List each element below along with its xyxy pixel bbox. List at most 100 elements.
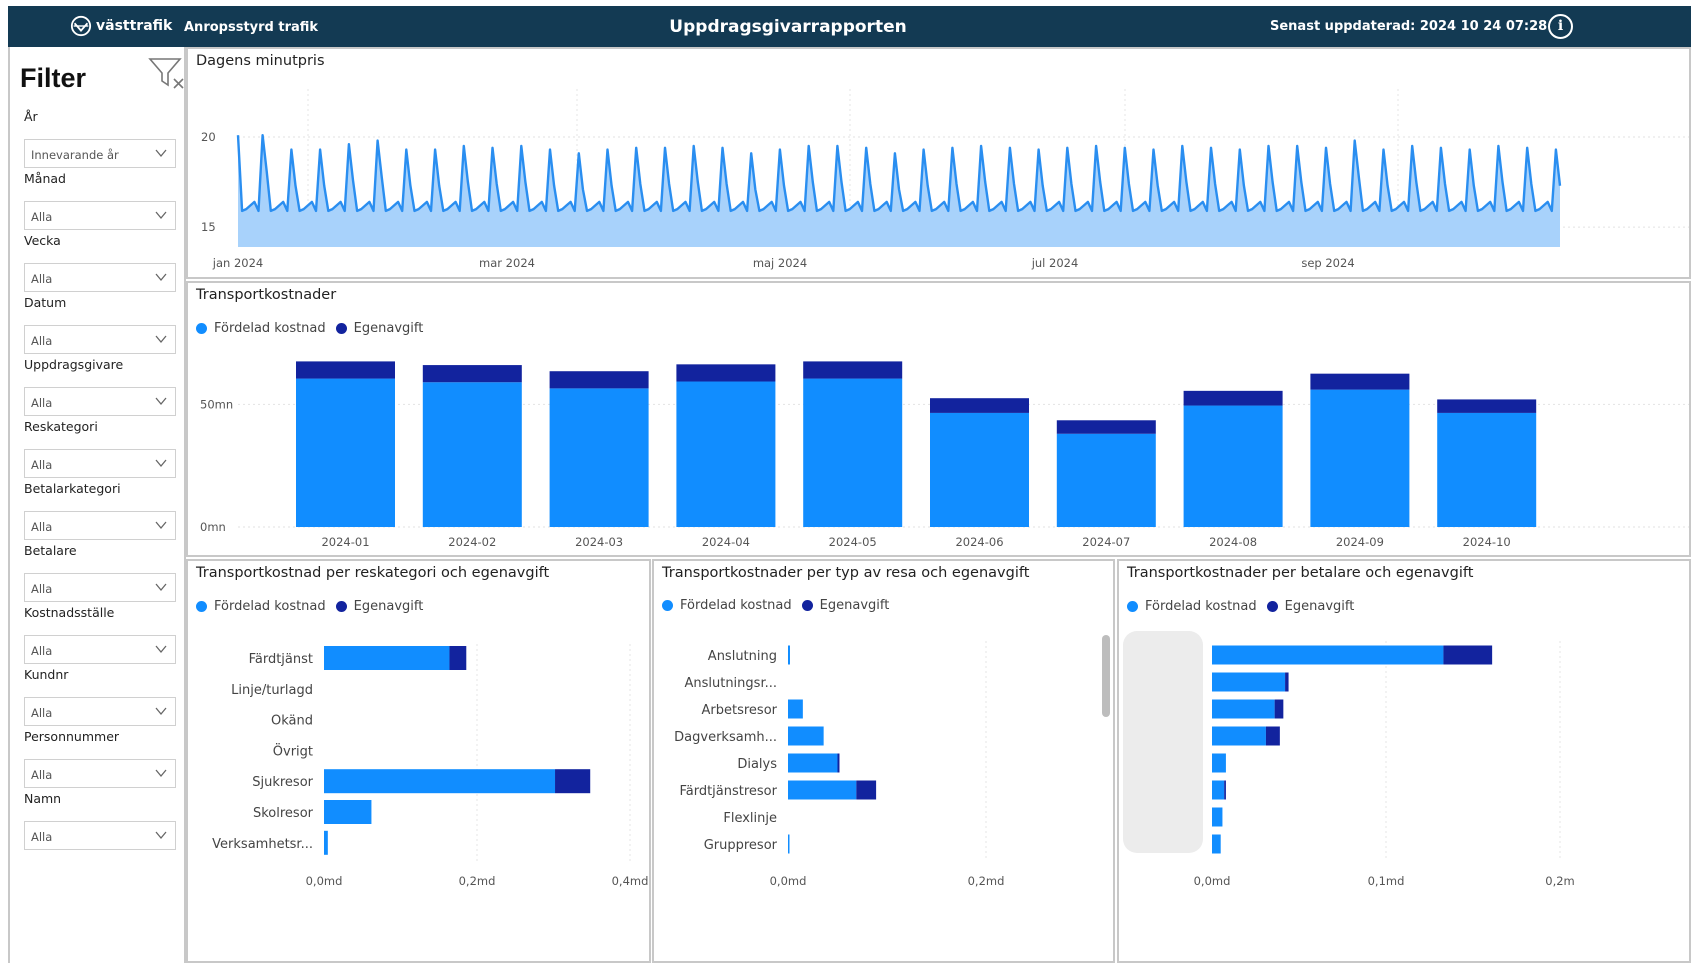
- bar-fordelad[interactable]: [1212, 645, 1444, 665]
- category-label: Anslutningsr...: [684, 676, 777, 691]
- bar-fordelad[interactable]: [549, 388, 649, 527]
- filter-dropdown[interactable]: Alla: [24, 263, 176, 292]
- chevron-down-icon: [155, 521, 167, 530]
- bar-egenavgift[interactable]: [1285, 672, 1289, 692]
- bar-egenavgift[interactable]: [422, 365, 522, 383]
- filter-group: Kostnadsställe Alla: [24, 605, 176, 664]
- filter-group: Betalarkategori Alla: [24, 481, 176, 540]
- filter-label: Månad: [24, 171, 66, 186]
- bar-egenavgift[interactable]: [1437, 399, 1537, 413]
- x-tick-label: 2024-03: [575, 535, 623, 549]
- bar-fordelad[interactable]: [1212, 726, 1266, 746]
- filter-dropdown[interactable]: Alla: [24, 635, 176, 664]
- bar-fordelad[interactable]: [788, 780, 857, 800]
- filter-dropdown-value: Alla: [31, 582, 53, 596]
- chevron-down-icon: [155, 273, 167, 282]
- bar-egenavgift[interactable]: [549, 371, 649, 389]
- transportkostnader-chart: 50mn 0mn 2024-01 2024-02 2024-03 2024-04 2024-…: [200, 361, 1689, 549]
- bar-fordelad[interactable]: [803, 378, 903, 527]
- bar-fordelad[interactable]: [930, 412, 1029, 527]
- bar-fordelad[interactable]: [422, 382, 522, 527]
- bar-fordelad[interactable]: [788, 753, 838, 773]
- filter-label: År: [24, 109, 38, 124]
- bar-fordelad[interactable]: [296, 378, 395, 527]
- filter-dropdown[interactable]: Alla: [24, 325, 176, 354]
- filter-group: År Innevarande år: [24, 109, 176, 168]
- bar-egenavgift[interactable]: [1224, 780, 1226, 800]
- bar-fordelad[interactable]: [1212, 672, 1286, 692]
- bar-egenavgift[interactable]: [837, 753, 840, 773]
- filter-group: Reskategori Alla: [24, 419, 176, 478]
- bar-egenavgift[interactable]: [449, 646, 467, 670]
- bar-fordelad[interactable]: [1437, 412, 1537, 527]
- bar-fordelad[interactable]: [324, 800, 372, 824]
- bar-fordelad[interactable]: [1183, 405, 1283, 527]
- x-tick-label: 2024-05: [829, 535, 877, 549]
- bar-fordelad[interactable]: [1212, 699, 1275, 719]
- filter-dropdown[interactable]: Alla: [24, 759, 176, 788]
- bar-fordelad[interactable]: [324, 646, 450, 670]
- y-tick-label: 0mn: [200, 520, 226, 534]
- logo-text: västtrafik: [96, 18, 173, 34]
- bar-fordelad[interactable]: [788, 699, 803, 719]
- bar-egenavgift[interactable]: [1274, 699, 1284, 719]
- chevron-down-icon: [155, 769, 167, 778]
- bar-fordelad[interactable]: [1212, 807, 1223, 827]
- header-bar: västtrafik Anropsstyrd trafik Uppdragsgi…: [8, 6, 1691, 47]
- filter-label: Personnummer: [24, 729, 120, 744]
- bar-fordelad[interactable]: [1212, 834, 1221, 854]
- x-tick-label: 2024-01: [321, 535, 369, 549]
- bar-egenavgift[interactable]: [555, 769, 591, 794]
- filter-dropdown[interactable]: Alla: [24, 449, 176, 478]
- category-label: Okänd: [271, 714, 313, 729]
- page-title: Uppdragsgivarrapporten: [669, 17, 907, 37]
- bar-egenavgift[interactable]: [1265, 726, 1280, 746]
- filter-dropdown[interactable]: Innevarande år: [24, 139, 176, 168]
- filter-dropdown[interactable]: Alla: [24, 511, 176, 540]
- clear-filter-icon[interactable]: [148, 53, 186, 91]
- bar-fordelad[interactable]: [1056, 433, 1156, 527]
- chart-scrollbar[interactable]: [1102, 635, 1110, 717]
- x-tick-label: jan 2024: [212, 256, 263, 270]
- filter-label: Reskategori: [24, 419, 98, 434]
- x-tick-label: 0,0md: [1194, 874, 1231, 888]
- bar-fordelad[interactable]: [1212, 753, 1226, 773]
- bar-egenavgift[interactable]: [1056, 420, 1156, 434]
- x-tick-label: 2024-02: [448, 535, 496, 549]
- bar-fordelad[interactable]: [788, 726, 824, 746]
- bar-egenavgift[interactable]: [1183, 390, 1283, 406]
- bar-fordelad[interactable]: [324, 830, 328, 855]
- filter-group: Personnummer Alla: [24, 729, 176, 788]
- bar-egenavgift[interactable]: [803, 361, 903, 379]
- minutpris-chart-panel: Dagens minutpris 20 15 jan 2024 mar 2024 maj…: [186, 47, 1691, 279]
- filter-dropdown[interactable]: Alla: [24, 573, 176, 602]
- category-label: Flexlinje: [723, 811, 777, 826]
- filter-dropdown[interactable]: Alla: [24, 387, 176, 416]
- filter-dropdown-value: Alla: [31, 272, 53, 286]
- x-tick-label: 0,2m: [1545, 874, 1575, 888]
- bar-egenavgift[interactable]: [296, 361, 395, 379]
- bar-egenavgift[interactable]: [856, 780, 877, 800]
- bar-fordelad[interactable]: [1212, 780, 1225, 800]
- filter-dropdown[interactable]: Alla: [24, 821, 176, 850]
- vasttrafik-logo-icon: [70, 15, 92, 37]
- filter-dropdown[interactable]: Alla: [24, 201, 176, 230]
- filter-label: Vecka: [24, 233, 61, 248]
- filter-label: Kundnr: [24, 667, 69, 682]
- bar-egenavgift[interactable]: [1443, 645, 1493, 665]
- chevron-down-icon: [155, 645, 167, 654]
- x-tick-label: 0,0md: [770, 874, 807, 888]
- bar-egenavgift[interactable]: [930, 398, 1029, 413]
- bar-fordelad[interactable]: [324, 769, 556, 794]
- x-tick-label: 2024-10: [1463, 535, 1511, 549]
- category-label: Linje/turlagd: [231, 683, 313, 698]
- bar-fordelad[interactable]: [788, 834, 790, 854]
- x-tick-label: 0,1md: [1368, 874, 1405, 888]
- bar-fordelad[interactable]: [788, 645, 790, 665]
- bar-fordelad[interactable]: [1310, 389, 1410, 527]
- bar-egenavgift[interactable]: [676, 364, 776, 382]
- info-icon[interactable]: i: [1548, 14, 1573, 39]
- bar-egenavgift[interactable]: [1310, 373, 1410, 390]
- bar-fordelad[interactable]: [676, 381, 776, 527]
- filter-dropdown[interactable]: Alla: [24, 697, 176, 726]
